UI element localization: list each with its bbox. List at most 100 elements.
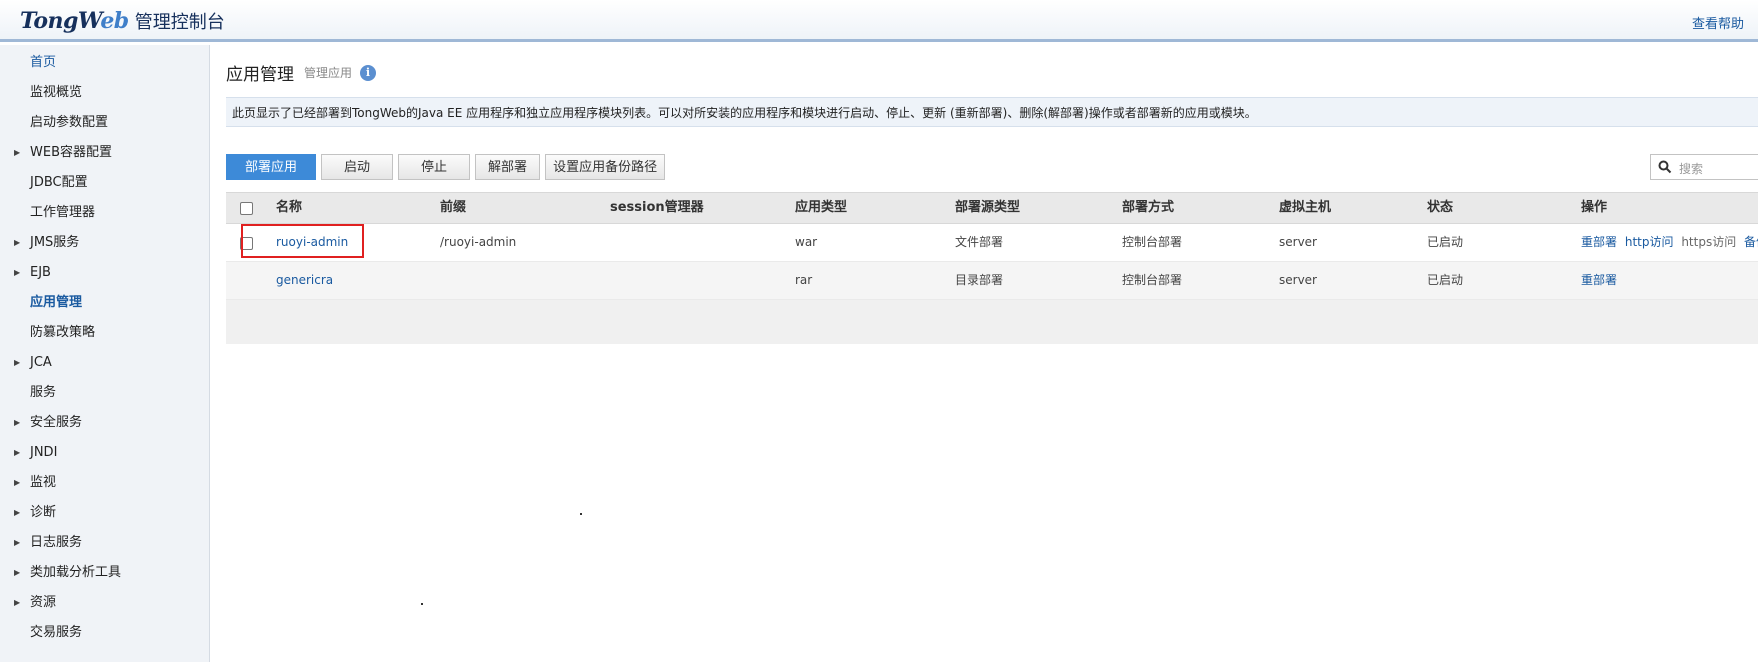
sidebar-item[interactable]: 首页 [0,51,209,75]
info-icon[interactable]: i [360,64,377,81]
app-type: rar [795,273,813,287]
sidebar-item-label: JDBC配置 [30,175,88,190]
logo-brand-a: TongW [20,8,101,34]
expand-arrow-icon[interactable]: ▶ [14,471,20,495]
expand-arrow-icon[interactable]: ▶ [14,351,20,375]
table-footer-band [226,300,1758,344]
toolbar: 部署应用 启动 停止 解部署 设置应用备份路径 [226,154,670,180]
sidebar-item[interactable]: ▶ EJB [0,261,209,285]
start-button[interactable]: 启动 [321,154,394,180]
sidebar-item-label: 首页 [30,55,57,70]
col-deploy-method[interactable]: 部署方式 [1122,193,1174,223]
top-header: TongWeb 管理控制台 查看帮助 [0,0,1758,42]
sidebar-item[interactable]: ▶ 日志服务 [0,531,209,555]
redeploy-link[interactable]: 重部署 [1581,273,1617,287]
annotation-highlight-box [241,224,364,258]
expand-arrow-icon[interactable]: ▶ [14,261,20,285]
expand-arrow-icon[interactable]: ▶ [14,591,20,615]
stop-button[interactable]: 停止 [398,154,471,180]
logo-brand-b: eb [100,8,129,34]
page-description: 此页显示了已经部署到TongWeb的Java EE 应用程序和独立应用程序模块列… [226,97,1758,127]
col-operations: 操作 [1581,200,1608,215]
backup-link[interactable]: 备份 [1744,235,1758,249]
app-status: 已启动 [1427,273,1464,287]
undeploy-button[interactable]: 解部署 [475,154,541,180]
sidebar-item-label: 工作管理器 [30,205,96,220]
col-app-type[interactable]: 应用类型 [795,193,847,223]
expand-arrow-icon[interactable]: ▶ [14,531,20,555]
expand-arrow-icon[interactable]: ▶ [14,231,20,255]
app-source-type: 文件部署 [955,235,1004,249]
sidebar-item[interactable]: ▶ 诊断 [0,501,209,525]
set-backup-path-button[interactable]: 设置应用备份路径 [545,154,666,180]
sidebar-item-label: 监视概览 [30,85,83,100]
sidebar-item-label: 服务 [30,385,57,400]
sidebar-item[interactable]: JDBC配置 [0,171,209,195]
expand-arrow-icon[interactable]: ▶ [14,561,20,585]
search-placeholder: 搜索 [1679,162,1704,176]
https-access-link[interactable]: https访问 [1681,235,1736,249]
redeploy-link[interactable]: 重部署 [1581,235,1617,249]
col-session[interactable]: session管理器 [610,193,704,223]
sidebar-item-label: 防篡改策略 [30,325,96,340]
col-prefix[interactable]: 前缀 [440,193,466,223]
table-row: ruoyi-admin /ruoyi-admin war 文件部署 控制台部署 … [226,224,1758,262]
sidebar-item[interactable]: 服务 [0,381,209,405]
sidebar-item-label: 安全服务 [30,415,83,430]
sidebar-item[interactable]: ▶ 类加载分析工具 [0,561,209,585]
expand-arrow-icon[interactable]: ▶ [14,411,20,435]
sidebar-item[interactable]: ▶ 资源 [0,591,209,615]
deploy-app-button[interactable]: 部署应用 [226,154,317,180]
http-access-link[interactable]: http访问 [1625,235,1674,249]
expand-arrow-icon[interactable]: ▶ [14,501,20,525]
help-link[interactable]: 查看帮助 [1692,13,1744,32]
expand-arrow-icon[interactable]: ▶ [14,141,20,165]
sidebar-nav: 首页监视概览启动参数配置 ▶ WEB容器配置 JDBC配置 工作管理器 ▶ JMS服务 ▶ EJ… [0,45,210,662]
stray-dot [580,513,582,515]
sidebar-item-label: 应用管理 [30,295,83,310]
stray-dot [421,603,423,605]
sidebar-item-label: JNDI [30,445,58,460]
sidebar-item-label: EJB [30,265,51,280]
col-virtual-host[interactable]: 虚拟主机 [1279,193,1331,223]
expand-arrow-icon[interactable]: ▶ [14,441,20,465]
sidebar-item-label: JMS服务 [30,235,80,250]
sidebar-item[interactable]: 工作管理器 [0,201,209,225]
sidebar-item-label: 交易服务 [30,625,83,640]
col-source-type[interactable]: 部署源类型 [955,193,1020,223]
sidebar-item[interactable]: ▶ JMS服务 [0,231,209,255]
col-status[interactable]: 状态 [1427,193,1453,223]
row-operations: 重部署 http访问 https访问 备份 [1581,224,1758,260]
sidebar-item-label: 日志服务 [30,535,83,550]
table-header: 名称 前缀 session管理器 应用类型 部署源类型 部署方式 虚拟主机 状态… [226,192,1758,224]
sidebar-item[interactable]: 防篡改策略 [0,321,209,345]
sidebar-item-label: WEB容器配置 [30,145,112,160]
select-all-checkbox[interactable] [240,202,253,215]
page-subtitle: 管理应用 [304,66,353,80]
sidebar-item-label: 资源 [30,595,57,610]
sidebar-item-label: 启动参数配置 [30,115,109,130]
app-status: 已启动 [1427,235,1464,249]
search-icon [1658,160,1672,174]
app-type: war [795,235,818,249]
app-source-type: 目录部署 [955,273,1004,287]
col-name[interactable]: 名称 [276,193,302,223]
sidebar-item[interactable]: ▶ 安全服务 [0,411,209,435]
app-virtual-host: server [1279,235,1317,249]
sidebar-item[interactable]: 应用管理 [0,291,209,315]
sidebar-item[interactable]: ▶ 监视 [0,471,209,495]
sidebar-item-label: JCA [30,355,52,370]
sidebar-item-label: 类加载分析工具 [30,565,122,580]
search-box[interactable]: 搜索 [1650,154,1758,180]
page-header: 应用管理 管理应用 i [226,60,377,85]
sidebar-item[interactable]: ▶ WEB容器配置 [0,141,209,165]
sidebar-item[interactable]: ▶ JCA [0,351,209,375]
sidebar-item[interactable]: ▶ JNDI [0,441,209,465]
row-operations: 重部署 [1581,262,1621,298]
page-title: 应用管理 [226,65,294,85]
sidebar-item[interactable]: 监视概览 [0,81,209,105]
sidebar-item[interactable]: 交易服务 [0,621,209,645]
app-name-link[interactable]: genericra [276,262,333,298]
sidebar-item[interactable]: 启动参数配置 [0,111,209,135]
app-deploy-method: 控制台部署 [1122,273,1183,287]
